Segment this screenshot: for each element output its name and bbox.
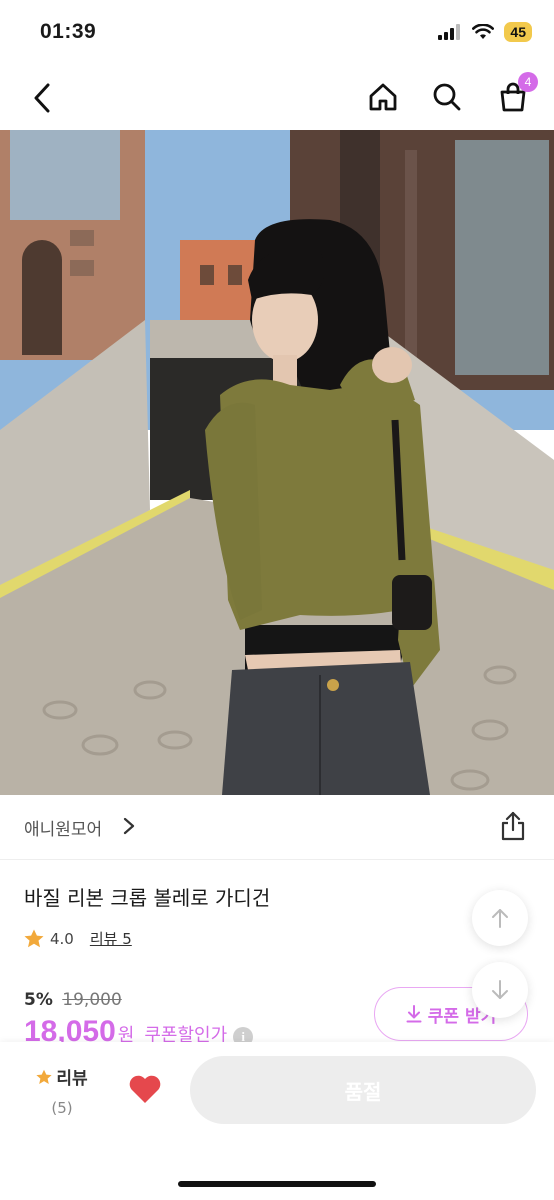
status-time: 01:39 xyxy=(40,20,97,43)
store-row[interactable]: 애니원모어 xyxy=(0,795,554,860)
rating-row: 4.0 리뷰 5 xyxy=(24,928,132,949)
heart-icon xyxy=(129,1075,161,1103)
star-icon xyxy=(36,1069,52,1084)
search-button[interactable] xyxy=(430,80,464,114)
download-icon xyxy=(406,1005,422,1023)
discount-rate: 5% xyxy=(24,990,53,1010)
status-icons: 45 xyxy=(438,22,532,42)
review-tab[interactable]: 리뷰 (5) xyxy=(30,1064,94,1117)
arrow-down-icon xyxy=(492,980,508,999)
product-image[interactable] xyxy=(0,130,554,795)
soldout-label: 품절 xyxy=(344,1079,382,1104)
home-icon xyxy=(369,83,397,111)
star-icon xyxy=(24,929,44,948)
cart-count-badge: 4 xyxy=(518,72,538,92)
share-button[interactable] xyxy=(500,811,526,845)
signal-icon xyxy=(438,24,461,40)
home-button[interactable] xyxy=(366,80,400,114)
chevron-left-icon xyxy=(34,83,50,113)
share-icon xyxy=(501,811,525,841)
cart-button[interactable]: 4 xyxy=(496,72,538,114)
like-button[interactable] xyxy=(128,1074,162,1108)
product-photo xyxy=(0,130,554,795)
soldout-button[interactable]: 품절 xyxy=(190,1056,536,1124)
review-count: (5) xyxy=(51,1099,73,1117)
review-tab-label: 리뷰 xyxy=(56,1069,88,1089)
search-icon xyxy=(433,83,461,111)
scroll-down-button[interactable] xyxy=(472,962,528,1018)
store-name[interactable]: 애니원모어 xyxy=(24,815,102,840)
bottom-action-bar: 리뷰 (5) 품절 xyxy=(0,1042,554,1200)
chevron-right-icon xyxy=(123,817,135,835)
arrow-up-icon xyxy=(492,909,508,928)
original-price: 19,000 xyxy=(62,990,122,1010)
review-link[interactable]: 리뷰 5 xyxy=(90,928,132,949)
rating-value: 4.0 xyxy=(50,929,74,948)
wifi-icon xyxy=(472,24,495,39)
price-row: 5% 19,000 xyxy=(24,990,122,1010)
product-title: 바질 리본 크롭 볼레로 가디건 xyxy=(24,886,271,910)
scroll-up-button[interactable] xyxy=(472,890,528,946)
home-indicator xyxy=(178,1181,376,1187)
status-bar: 01:39 45 xyxy=(0,0,554,66)
top-nav: 4 xyxy=(0,66,554,130)
back-button[interactable] xyxy=(26,82,58,114)
battery-indicator: 45 xyxy=(504,22,532,42)
